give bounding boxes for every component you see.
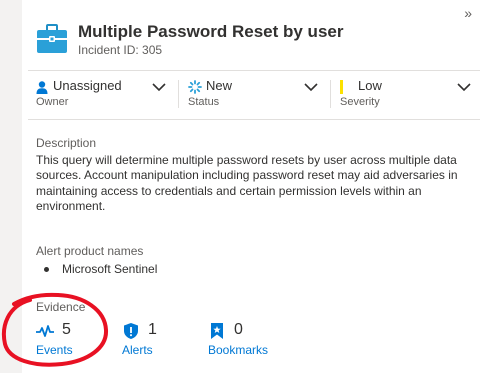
chevron-down-icon[interactable] xyxy=(303,80,319,94)
severity-dropdown[interactable]: Low Severity xyxy=(340,78,472,112)
left-gutter xyxy=(0,0,22,373)
status-dropdown[interactable]: New Status xyxy=(188,78,328,112)
owner-dropdown[interactable]: Unassigned Owner xyxy=(36,78,176,112)
field-separator xyxy=(330,80,331,108)
alert-product-name: Microsoft Sentinel xyxy=(62,262,158,276)
severity-value: Low xyxy=(358,78,382,93)
description-text: This query will determine multiple passw… xyxy=(36,153,458,213)
severity-label: Severity xyxy=(340,96,380,108)
bookmarks-link[interactable]: Bookmarks xyxy=(208,343,268,357)
incident-id: Incident ID: 305 xyxy=(78,43,163,57)
bullet xyxy=(44,267,49,272)
description-label: Description xyxy=(36,136,97,150)
expand-icon[interactable]: » xyxy=(464,6,472,20)
incident-panel: » Multiple Password Reset by user Incide… xyxy=(0,0,480,373)
shield-alert-icon xyxy=(124,323,138,339)
severity-indicator xyxy=(340,80,343,94)
alerts-link[interactable]: Alerts xyxy=(122,343,153,357)
alert-products-label: Alert product names xyxy=(36,244,144,258)
incident-title: Multiple Password Reset by user xyxy=(78,22,344,41)
field-separator xyxy=(178,80,179,108)
spinner-icon xyxy=(188,80,202,94)
person-icon xyxy=(36,81,48,94)
divider xyxy=(28,119,480,120)
briefcase-icon xyxy=(37,24,67,53)
status-value: New xyxy=(206,78,233,93)
owner-value: Unassigned xyxy=(53,78,122,93)
status-label: Status xyxy=(188,96,220,108)
divider xyxy=(28,70,480,71)
pulse-icon xyxy=(36,325,54,337)
chevron-down-icon[interactable] xyxy=(151,80,167,94)
chevron-down-icon[interactable] xyxy=(456,80,472,94)
bookmark-icon xyxy=(211,323,223,339)
evidence-label: Evidence xyxy=(36,300,86,314)
events-count: 5 xyxy=(62,321,71,338)
alerts-count: 1 xyxy=(148,321,157,338)
owner-label: Owner xyxy=(36,96,69,108)
incident-fields: Unassigned Owner New Status Low Severity xyxy=(36,78,472,112)
events-link[interactable]: Events xyxy=(36,343,73,357)
bookmarks-count: 0 xyxy=(234,321,243,338)
